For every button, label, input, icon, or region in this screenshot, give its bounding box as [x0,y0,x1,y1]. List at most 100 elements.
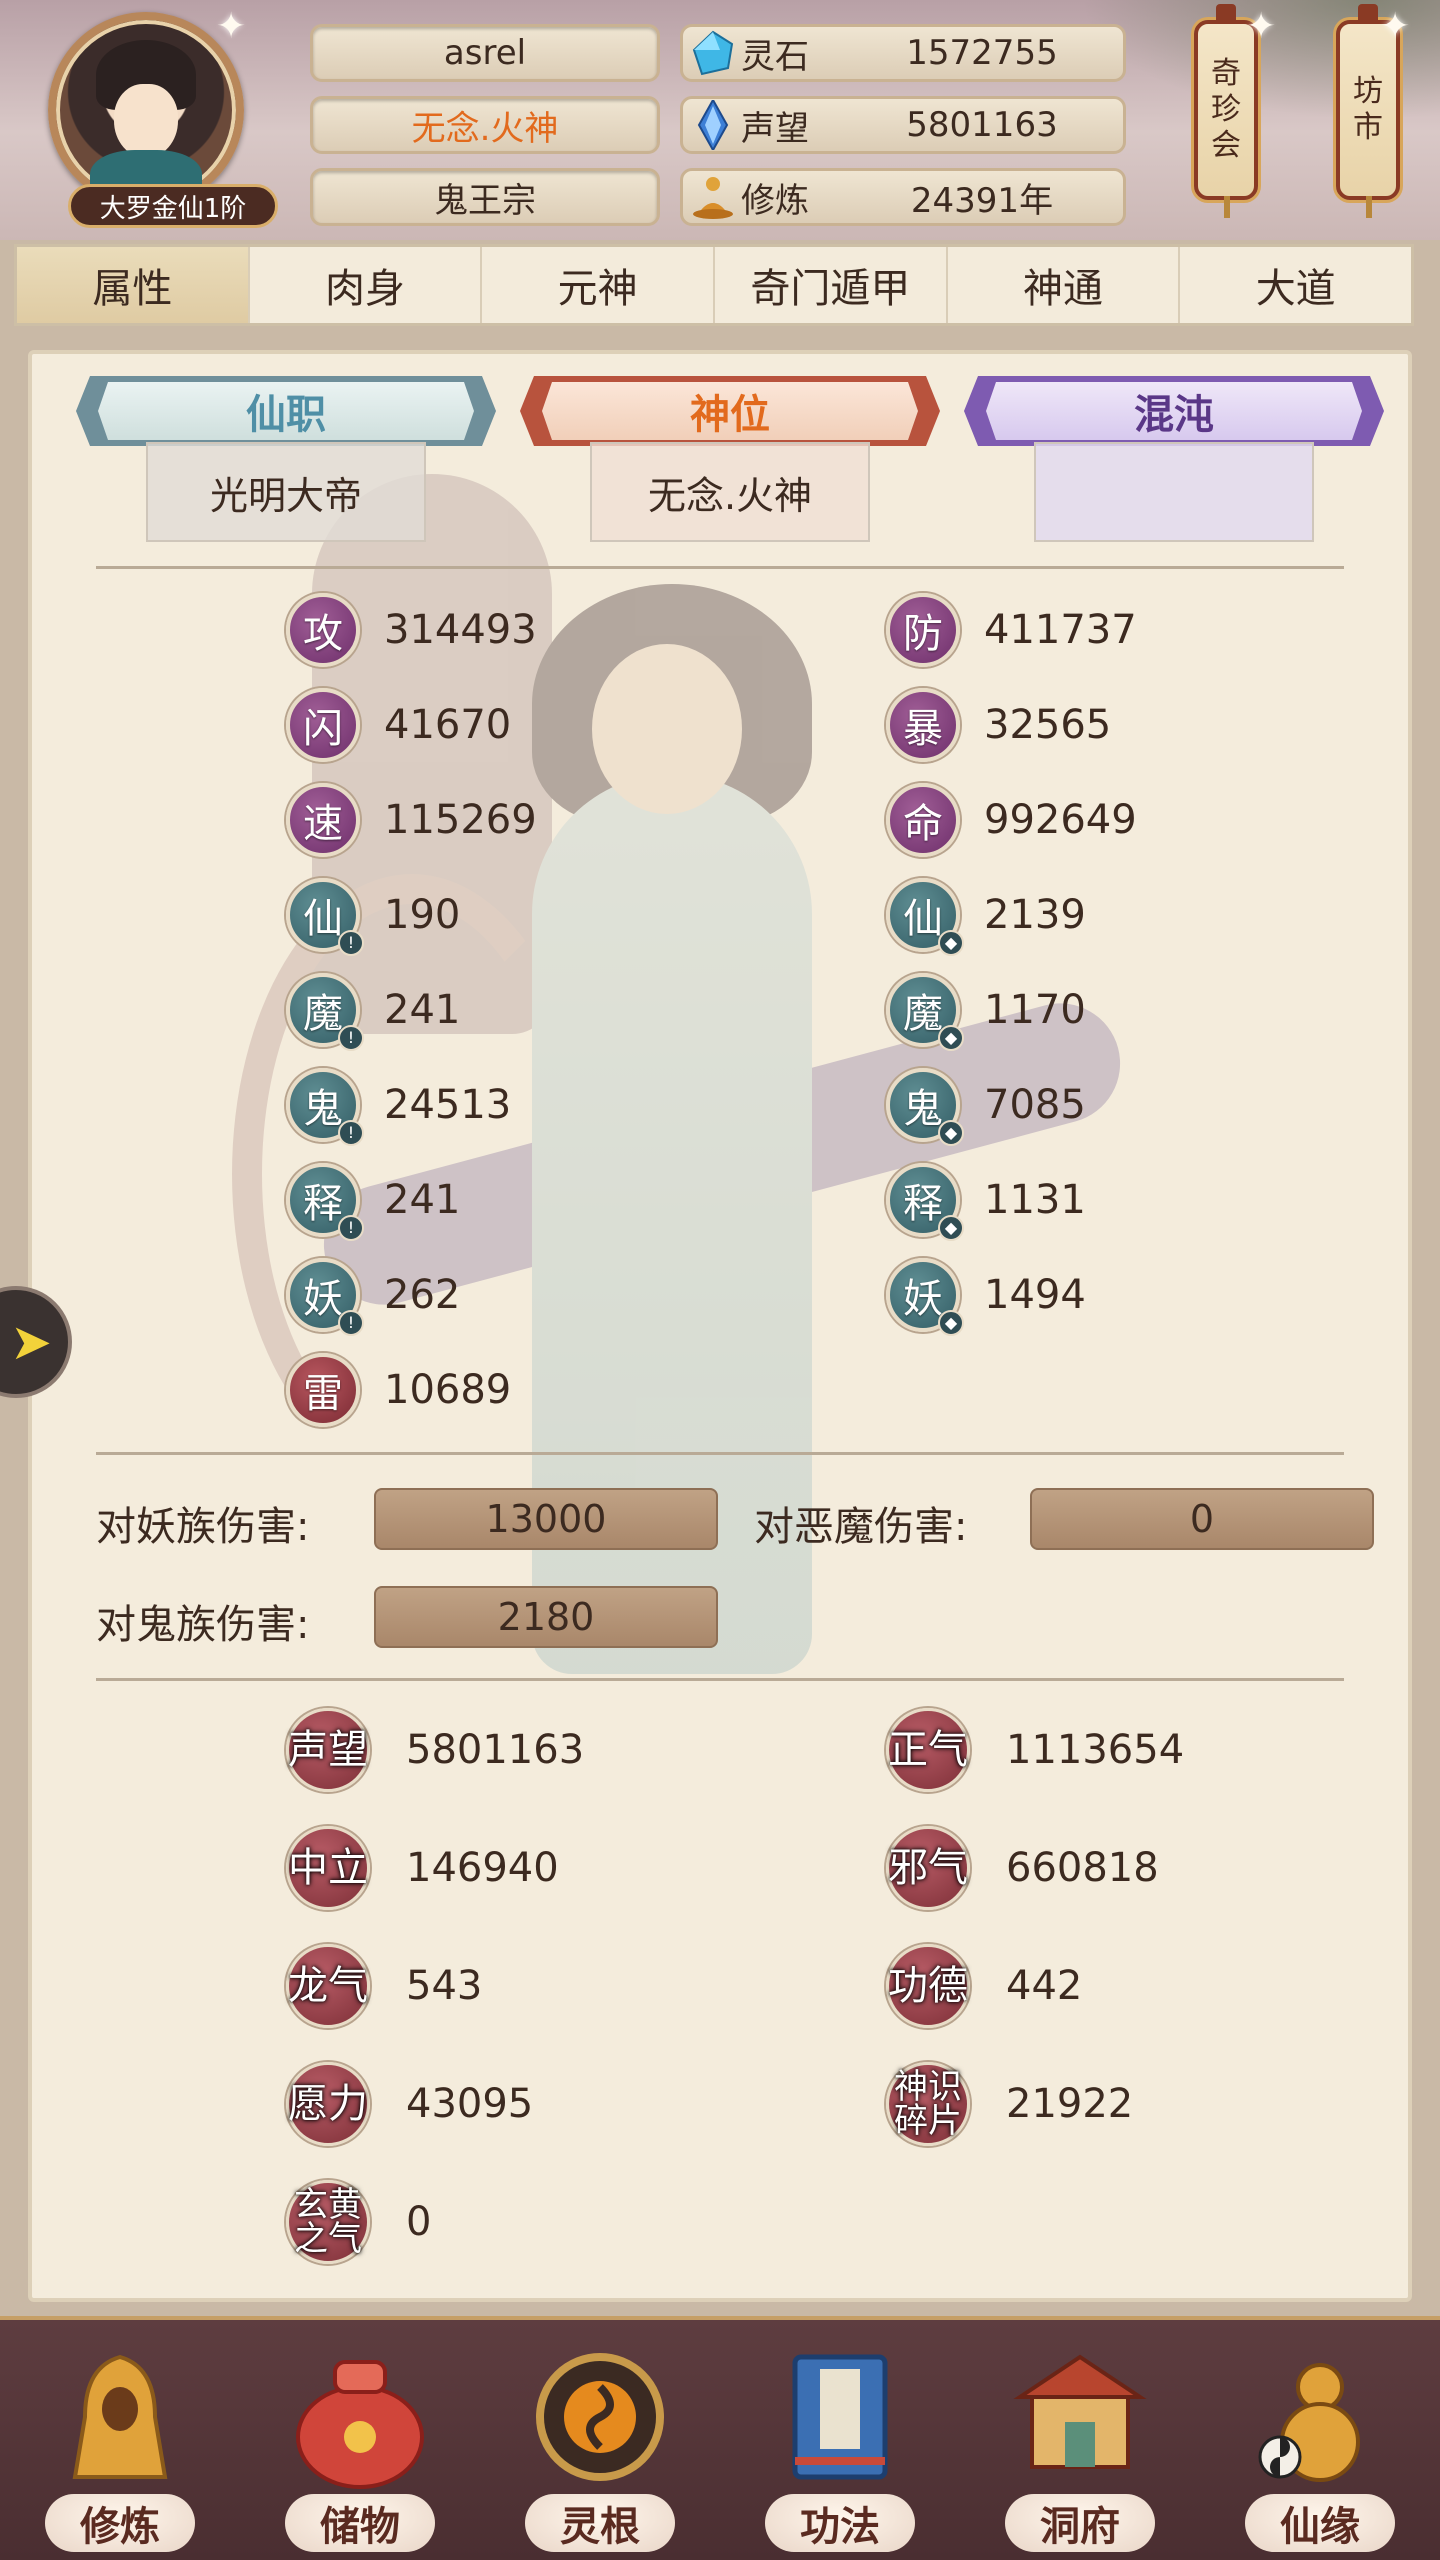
shield-icon: ◆ [938,1215,964,1241]
tab-qimen[interactable]: 奇门遁甲 [715,247,948,323]
stat-defense: 防 411737 [886,592,1137,668]
stat-badge: 鬼! [286,1068,364,1146]
attack-mark-icon: ! [338,1120,364,1146]
stat-badge: 命 [886,783,960,857]
rank-badge: 大罗金仙1阶 [68,184,278,228]
stat-value: 411737 [984,607,1137,653]
rep-badge: 邪气 [886,1826,970,1910]
meditation-icon [685,169,741,225]
divine-rank-card[interactable]: 神位 无念.火神 [520,376,940,556]
player-name: asrel [310,24,660,82]
stat-buddha-defense: 释 ◆ 1131 [886,1162,1086,1241]
stat-immortal-defense: 仙 ◆ 2139 [886,877,1086,956]
immortal-post-card[interactable]: 仙职 光明大帝 [76,376,496,556]
rep-value: 5801163 [406,1727,585,1773]
stat-value: 115269 [384,797,537,843]
rep-neutral: 中立 146940 [286,1826,559,1910]
stat-ghost-defense: 鬼 ◆ 7085 [886,1067,1086,1146]
chaos-card[interactable]: 混沌 [964,376,1384,556]
stat-life: 命 992649 [886,782,1137,858]
spirit-stone-icon [685,25,741,81]
stat-value: 992649 [984,797,1137,843]
tab-body[interactable]: 肉身 [250,247,483,323]
resource-value: 5801163 [906,105,1058,145]
shield-icon: ◆ [938,1310,964,1336]
divider [96,1678,1344,1681]
rep-value: 442 [1006,1963,1083,2009]
stat-value: 41670 [384,702,512,748]
treasure-fair-button[interactable]: 奇 珍 会 [1194,4,1258,218]
resource-spirit-stone: 灵石 1572755 [680,24,1126,82]
tab-dao[interactable]: 大道 [1180,247,1411,323]
resource-value: 24391年 [910,180,1054,221]
stat-badge: 闪 [286,688,360,762]
manual-book-icon [765,2342,915,2492]
stat-value: 262 [384,1272,461,1318]
rep-soul-fragment: 神识 碎片 21922 [886,2062,1133,2146]
stat-crit: 暴 32565 [886,687,1111,763]
resource-label: 声望 [741,108,809,149]
stat-immortal-attack: 仙! 190 [286,877,460,956]
nav-techniques[interactable]: 功法 [740,2332,940,2552]
shield-icon: ◆ [938,1025,964,1051]
stat-badge: 妖 ◆ [886,1258,964,1336]
fame-crystal-icon [685,97,741,153]
damage-ghost-race-value: 2180 [374,1586,718,1648]
stat-value: 1131 [984,1177,1086,1223]
swirl-icon: ➤ [10,1313,52,1371]
tab-attributes[interactable]: 属性 [17,247,250,323]
stat-badge: 仙! [286,878,364,956]
stat-dodge: 闪 41670 [286,687,511,763]
rep-badge: 龙气 [286,1944,370,2028]
rep-badge: 声望 [286,1708,370,1792]
damage-evil-demon-label: 对恶魔伤害: [754,1504,968,1550]
stat-value: 10689 [384,1367,512,1413]
stat-thunder: 雷 10689 [286,1352,511,1428]
stat-monster-attack: 妖! 262 [286,1257,461,1336]
player-title: 无念.火神 [310,96,660,154]
market-button[interactable]: 坊 市 [1336,4,1400,218]
attack-mark-icon: ! [338,1025,364,1051]
stat-value: 2139 [984,892,1086,938]
cave-mansion-icon [1005,2342,1155,2492]
rep-fame: 声望 5801163 [286,1708,584,1792]
resource-label: 灵石 [741,36,809,77]
stat-value: 314493 [384,607,537,653]
rep-badge: 神识 碎片 [886,2062,970,2146]
nav-fate[interactable]: 仙缘 [1220,2332,1420,2552]
nav-cave-mansion[interactable]: 洞府 [980,2332,1180,2552]
stat-badge: 释 ◆ [886,1163,964,1241]
stat-badge: 速 [286,783,360,857]
rep-badge: 愿力 [286,2062,370,2146]
attack-mark-icon: ! [338,1310,364,1336]
stat-value: 241 [384,1177,461,1223]
chaos-banner: 混沌 [986,382,1362,440]
rep-value: 43095 [406,2081,534,2127]
character-attributes-screen: 大罗金仙1阶 ✦ asrel 无念.火神 鬼王宗 灵石 1572755 声望 5… [0,0,1440,2560]
divine-rank-value: 无念.火神 [590,442,870,542]
spirit-root-orb-icon [525,2342,675,2492]
rep-evil: 邪气 660818 [886,1826,1159,1910]
rep-xuanhuang-qi: 玄黄 之气 0 [286,2180,431,2264]
stat-buddha-attack: 释! 241 [286,1162,461,1241]
tab-spirit[interactable]: 元神 [482,247,716,323]
player-sect: 鬼王宗 [310,168,660,226]
avatar-frame[interactable]: 大罗金仙1阶 ✦ [38,6,278,228]
tab-powers[interactable]: 神通 [948,247,1181,323]
stat-badge: 攻 [286,593,360,667]
attributes-panel: 仙职 光明大帝 神位 无念.火神 混沌 攻 314493 闪 41670 速 1152… [28,350,1412,2302]
avatar[interactable] [48,12,244,210]
rep-badge: 功德 [886,1944,970,2028]
stat-badge: 鬼 ◆ [886,1068,964,1146]
rep-badge: 玄黄 之气 [286,2180,370,2264]
nav-cultivate[interactable]: 修炼 [20,2332,220,2552]
rep-value: 146940 [406,1845,559,1891]
nav-storage[interactable]: 储物 [260,2332,460,2552]
resource-value: 1572755 [906,33,1058,73]
attack-mark-icon: ! [338,930,364,956]
chaos-value [1034,442,1314,542]
nav-spirit-root[interactable]: 灵根 [500,2332,700,2552]
rep-badge: 中立 [286,1826,370,1910]
rep-value: 0 [406,2199,432,2245]
hooded-monk-icon [45,2342,195,2492]
